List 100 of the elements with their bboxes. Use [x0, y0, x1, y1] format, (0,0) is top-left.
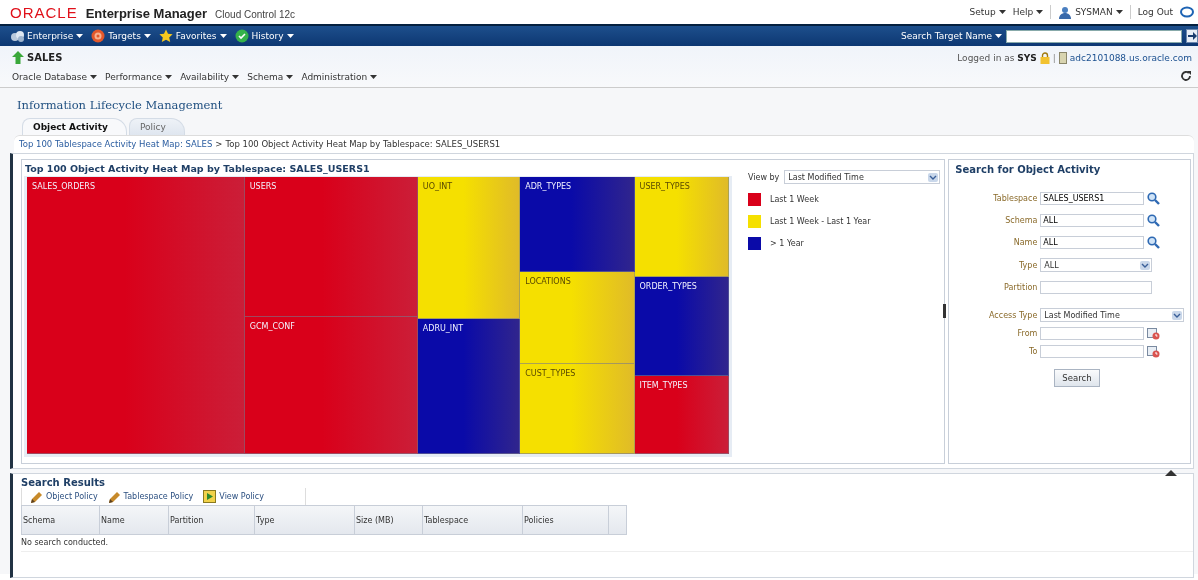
heat-map-tile[interactable]: SALES_ORDERS — [27, 177, 245, 454]
caret-icon — [219, 34, 227, 38]
host-link[interactable]: adc2101088.us.oracle.com — [1069, 52, 1192, 63]
heat-map-tile[interactable]: ORDER_TYPES — [634, 277, 729, 377]
heat-map-tile[interactable]: ADR_TYPES — [520, 177, 635, 272]
menu-link[interactable]: Setup — [969, 7, 1006, 17]
caret-icon — [76, 34, 84, 38]
toolbar-action[interactable]: Object Policy — [30, 490, 98, 503]
input-field[interactable]: ALL — [1040, 236, 1145, 249]
chart-title: Top 100 Object Activity Heat Map by Tablespace: SALES_USERS1 — [24, 162, 371, 176]
login-text: Logged in as SYS — [957, 52, 1037, 63]
field-label: Schema — [1004, 216, 1038, 225]
caret-icon — [370, 74, 378, 79]
field-label: Name — [1012, 238, 1038, 247]
up-arrow-icon — [12, 51, 24, 64]
search-icon — [1147, 236, 1161, 249]
chevron-down-icon — [1140, 260, 1151, 270]
toolbar-action[interactable]: Tablespace Policy — [107, 490, 194, 503]
nav-menu[interactable]: History — [234, 29, 294, 43]
oracle-ring-icon — [1180, 6, 1194, 18]
search-type-menu[interactable]: Search Target Name — [900, 31, 1002, 41]
caret-icon — [1115, 10, 1123, 14]
cloud-icon — [10, 29, 24, 43]
heat-map-tile[interactable]: USER_TYPES — [634, 177, 729, 278]
input-field[interactable] — [1040, 281, 1153, 294]
legend-label: Last 1 Week - Last 1 Year — [770, 217, 871, 226]
logout-link[interactable]: Log Out — [1137, 7, 1173, 17]
menu-link[interactable]: Help — [1012, 7, 1044, 17]
chevron-down-icon — [928, 172, 939, 182]
heat-map-tile[interactable]: ADRU_INT — [417, 319, 521, 454]
heat-map-tile[interactable]: UO_INT — [417, 177, 521, 320]
column-header[interactable]: Tablespace — [423, 506, 523, 534]
panel-title: Search Results — [21, 477, 106, 488]
tab[interactable]: Object Activity — [22, 118, 127, 135]
page-title: Information Lifecycle Management — [17, 98, 224, 112]
heat-map-tile[interactable]: USERS — [244, 177, 418, 318]
caret-icon — [90, 74, 98, 79]
nav-menu[interactable]: Favorites — [158, 29, 227, 43]
breadcrumb-separator: > — [215, 139, 223, 149]
field-label: Type — [1017, 260, 1038, 270]
column-header[interactable]: Name — [100, 506, 169, 534]
target-menu[interactable]: Availability — [180, 71, 240, 82]
pencil-icon — [30, 490, 43, 503]
toolbar-action[interactable]: View Policy — [203, 490, 264, 503]
target-menu[interactable]: Oracle Database — [12, 71, 98, 82]
dropdown[interactable]: Last Modified Time — [1040, 308, 1185, 322]
field-label: From — [1016, 329, 1038, 338]
oracle-logo: ORACLE — [10, 3, 78, 21]
go-button[interactable] — [1186, 29, 1198, 43]
caret-icon — [286, 34, 294, 38]
column-header[interactable]: Policies — [523, 506, 609, 534]
tab[interactable]: Policy — [128, 118, 185, 135]
input-field[interactable] — [1040, 345, 1145, 358]
input-field[interactable] — [1040, 327, 1145, 340]
field-label: Tablespace — [992, 194, 1038, 203]
product-edition: Cloud Control 12c — [215, 8, 296, 20]
refresh-button[interactable] — [1180, 68, 1192, 83]
input-field[interactable]: ALL — [1040, 214, 1145, 227]
user-icon — [1058, 5, 1073, 19]
product-name: Enterprise Manager — [85, 5, 208, 21]
caret-icon — [998, 10, 1006, 14]
column-header[interactable]: Partition — [169, 506, 255, 534]
splitter-handle[interactable] — [943, 304, 946, 318]
search-field[interactable] — [1006, 29, 1182, 43]
caret-icon — [165, 74, 173, 79]
heat-map-tile[interactable]: GCM_CONF — [244, 317, 418, 454]
pencil-icon — [107, 490, 121, 503]
panel-title: Search for Object Activity — [955, 164, 1102, 175]
target-name: SALES — [27, 52, 63, 63]
legend-label: Last 1 Week — [770, 195, 819, 204]
arrow-right-icon — [1187, 32, 1197, 40]
target-menu[interactable]: Performance — [105, 71, 173, 82]
heat-map-tile[interactable]: CUST_TYPES — [520, 364, 635, 454]
nav-menu[interactable]: Targets — [91, 29, 151, 43]
field-label: Partition — [1003, 283, 1038, 292]
calendar-icon — [1147, 345, 1161, 358]
field-label: Access Type — [988, 310, 1038, 320]
refresh-icon — [1180, 70, 1192, 83]
input-field[interactable]: SALES_USERS1 — [1040, 192, 1145, 205]
target-icon — [91, 29, 106, 43]
column-header[interactable]: Type — [255, 506, 355, 534]
chevron-down-icon — [1172, 310, 1183, 320]
field-label: To — [1027, 347, 1038, 356]
column-header[interactable]: Size (MB) — [355, 506, 423, 534]
view-by-dropdown[interactable]: Last Modified Time — [784, 170, 941, 184]
search-button[interactable]: Search — [1054, 369, 1100, 387]
heat-map-tile[interactable]: LOCATIONS — [520, 271, 635, 365]
target-menu[interactable]: Schema — [247, 71, 294, 82]
target-menu[interactable]: Administration — [301, 71, 378, 82]
star-icon — [158, 29, 173, 43]
calendar-icon — [1147, 327, 1161, 340]
column-header[interactable]: Schema — [22, 506, 100, 534]
breadcrumb-link[interactable]: Top 100 Tablespace Activity Heat Map: SALES — [19, 139, 213, 149]
play-icon — [203, 490, 217, 503]
legend-label: > 1 Year — [770, 239, 804, 248]
user-menu[interactable]: SYSMAN — [1058, 5, 1123, 19]
search-icon — [1147, 192, 1161, 205]
heat-map-tile[interactable]: ITEM_TYPES — [634, 376, 729, 454]
dropdown[interactable]: ALL — [1040, 258, 1153, 272]
nav-menu[interactable]: Enterprise — [10, 29, 84, 43]
